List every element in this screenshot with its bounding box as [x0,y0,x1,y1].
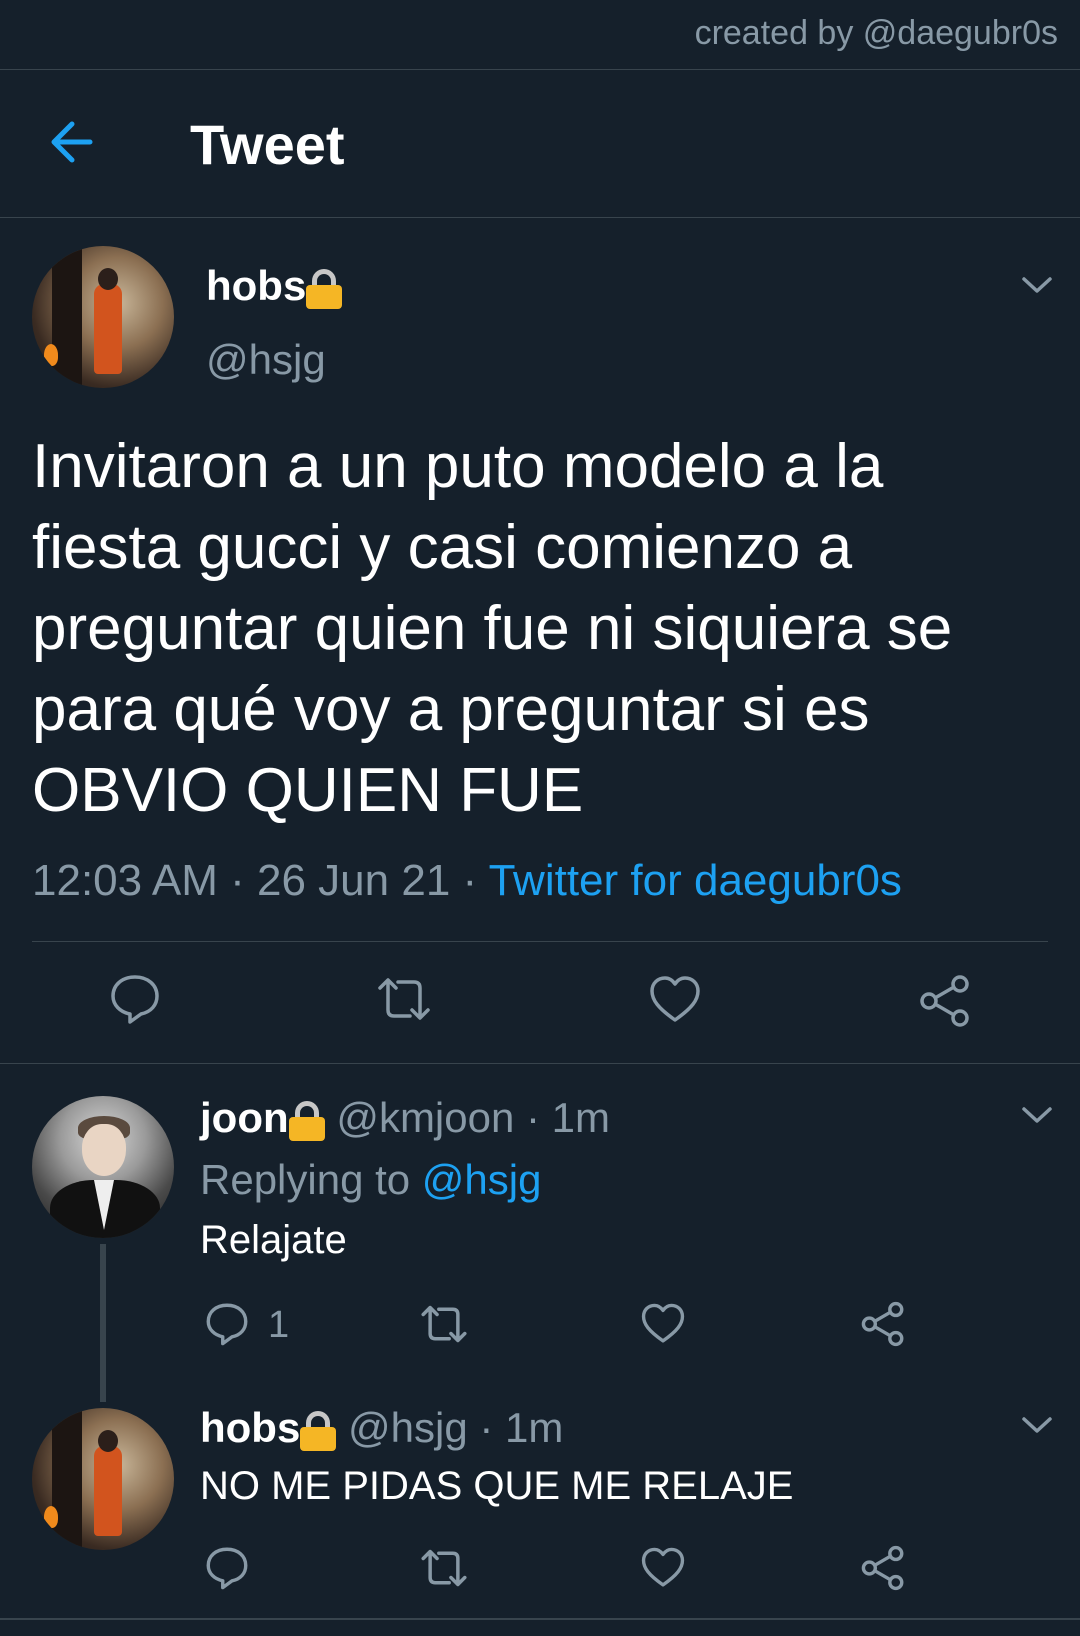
share-icon[interactable] [860,1301,906,1347]
meta-separator: · [217,856,258,905]
tweet-actions [0,972,1080,1032]
reply-count: 1 [268,1304,290,1346]
avatar[interactable] [32,246,174,388]
author-name-text: hobs [206,262,307,309]
divider [0,1618,1080,1620]
reply-header: joon @kmjoon · 1m [200,1094,610,1142]
tweet-text: Invitaron a un puto modelo a la fiesta g… [32,432,953,825]
retweet-icon[interactable] [418,1546,470,1590]
divider [0,217,1080,218]
chevron-down-icon[interactable] [1020,1104,1054,1126]
reply-icon[interactable] [204,1545,250,1591]
tweet-date[interactable]: 26 Jun 21 [257,856,450,905]
divider [32,941,1048,942]
author-handle[interactable]: @hsjg [348,1404,468,1451]
watermark: created by @daegubr0s [694,14,1058,52]
meta-separator: · [467,1404,506,1451]
avatar[interactable] [32,1096,174,1238]
heart-icon[interactable] [640,1546,686,1590]
chevron-down-icon[interactable] [1020,274,1054,296]
tweet-time[interactable]: 12:03 AM [32,856,218,905]
page-title: Tweet [190,113,345,176]
author-handle[interactable]: @kmjoon [336,1094,514,1141]
lock-icon [300,1410,337,1451]
meta-separator: · [514,1094,552,1141]
author-name[interactable]: joon [200,1094,289,1141]
tweet-meta: 12:03 AM · 26 Jun 21 · Twitter for daegu… [32,856,902,906]
share-icon[interactable] [860,1545,906,1591]
author-name[interactable]: hobs [200,1404,300,1451]
arrow-left-icon[interactable] [42,110,106,174]
reply-time: 1m [505,1404,564,1451]
heart-icon[interactable] [648,974,702,1026]
replying-to-link[interactable]: @hsjg [422,1156,542,1203]
thread-line [100,1244,106,1402]
share-icon[interactable] [918,974,972,1028]
divider [0,1063,1080,1064]
header-bar: Tweet [0,70,1080,218]
reply-header: hobs @hsjg · 1m [200,1404,563,1452]
reply-icon[interactable] [108,972,162,1026]
meta-separator: · [450,856,489,905]
author-handle[interactable]: @hsjg [206,336,326,384]
lock-icon [288,1100,325,1141]
replying-label: Replying to [200,1156,422,1203]
reply-time: 1m [551,1094,611,1141]
heart-icon[interactable] [640,1302,686,1346]
reply-icon[interactable] [204,1301,250,1347]
replying-to: Replying to @hsjg [200,1156,541,1204]
retweet-icon[interactable] [418,1302,470,1346]
tweet-client-link[interactable]: Twitter for daegubr0s [489,856,902,905]
reply-text: Relajate [200,1218,347,1262]
lock-icon [306,268,343,309]
avatar[interactable] [32,1408,174,1550]
chevron-down-icon[interactable] [1020,1414,1054,1436]
author-name[interactable]: hobs [206,262,343,310]
retweet-icon[interactable] [374,974,434,1024]
reply-text: NO ME PIDAS QUE ME RELAJE [200,1464,794,1508]
